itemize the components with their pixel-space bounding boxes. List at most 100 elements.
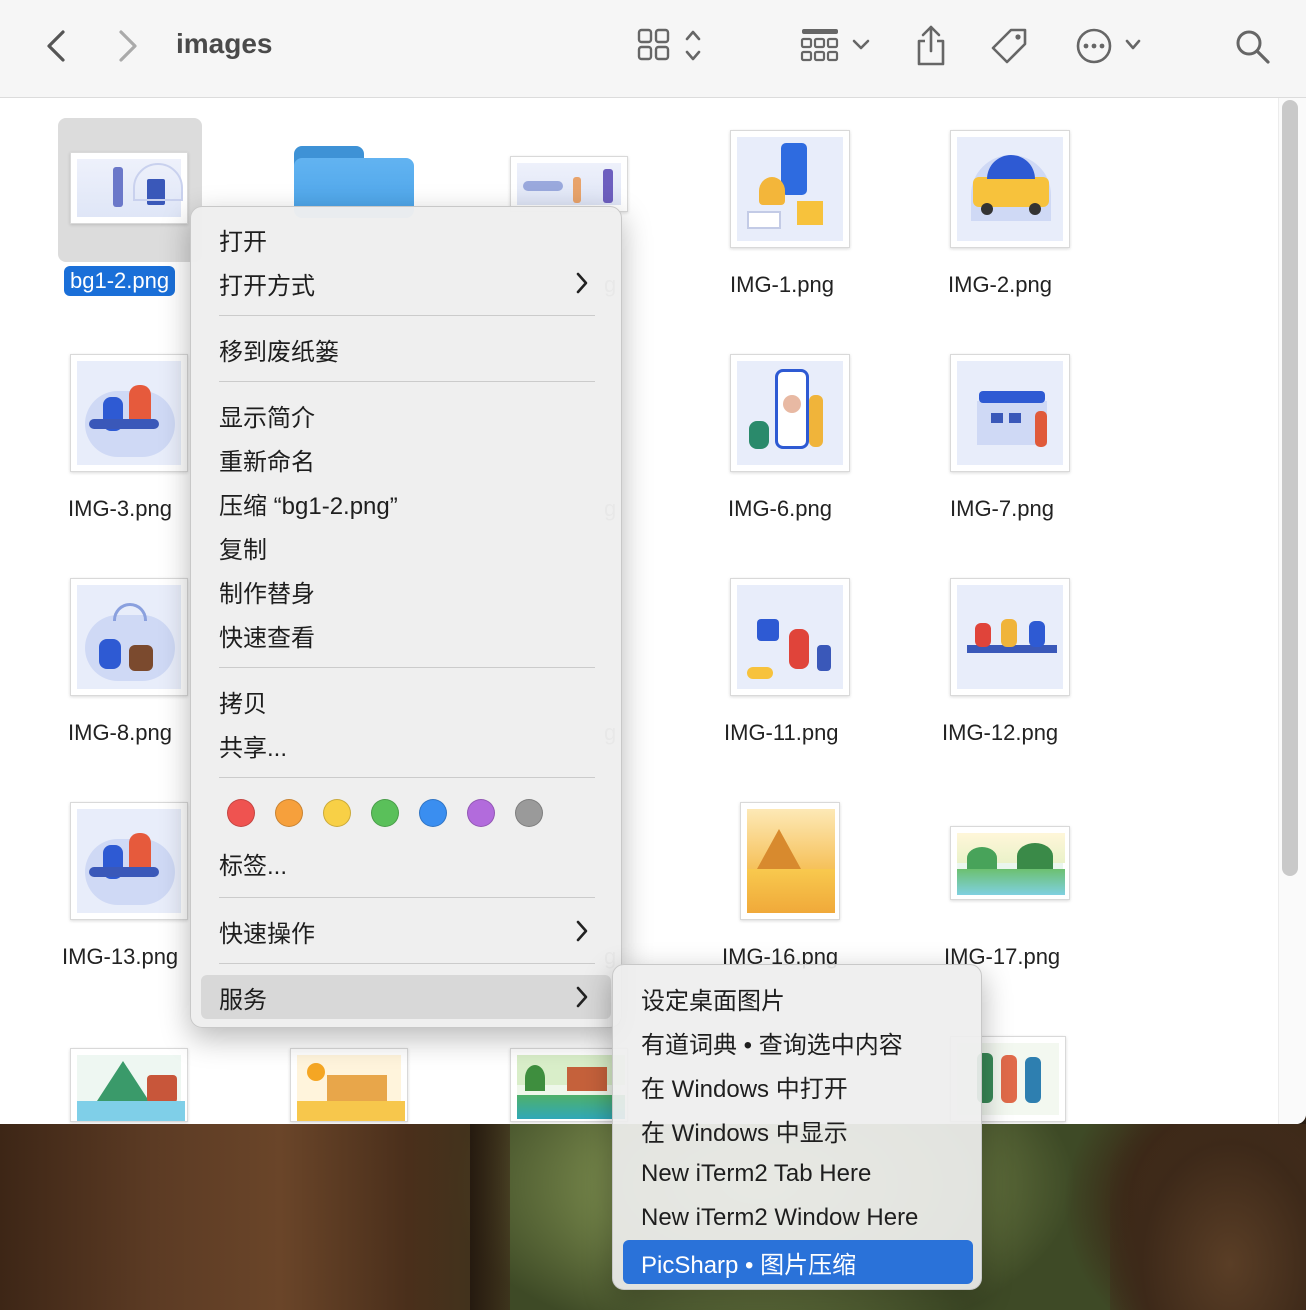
file-label[interactable]: IMG-3.png	[68, 496, 172, 522]
menu-item-label: 打开方式	[219, 272, 315, 300]
menu-item-share[interactable]: 共享...	[201, 723, 611, 767]
submenu-item-label: 设定桌面图片	[641, 987, 785, 1015]
file-thumbnail[interactable]	[70, 1048, 188, 1122]
menu-item-label: 打开	[219, 228, 267, 256]
file-thumbnail[interactable]	[510, 156, 628, 212]
menu-item-get-info[interactable]: 显示简介	[201, 393, 611, 437]
menu-item-label: 快速查看	[219, 624, 315, 652]
file-thumbnail[interactable]	[730, 354, 850, 472]
menu-item-quick-look[interactable]: 快速查看	[201, 613, 611, 657]
tag-yellow-dot[interactable]	[323, 799, 351, 827]
context-menu: 打开 打开方式 移到废纸篓 显示简介 重新命名 压缩 “bg1-2.png” 复…	[190, 206, 622, 1028]
file-thumbnail[interactable]	[70, 802, 188, 920]
menu-item-label: 服务	[219, 986, 267, 1014]
menu-item-duplicate[interactable]: 复制	[201, 525, 611, 569]
menu-item-quick-actions[interactable]: 快速操作	[201, 909, 611, 953]
submenu-item-show-in-windows[interactable]: 在 Windows 中显示	[623, 1108, 973, 1152]
menu-separator	[219, 777, 595, 778]
desktop-tree-trunk-right	[1110, 1124, 1306, 1310]
submenu-item-label: New iTerm2 Window Here	[641, 1204, 919, 1231]
menu-item-make-alias[interactable]: 制作替身	[201, 569, 611, 613]
menu-item-rename[interactable]: 重新命名	[201, 437, 611, 481]
menu-item-open[interactable]: 打开	[201, 217, 611, 261]
submenu-item-set-desktop-picture[interactable]: 设定桌面图片	[623, 976, 973, 1020]
chevron-left-icon[interactable]	[40, 26, 72, 66]
submenu-item-picsharp-compress[interactable]: PicSharp • 图片压缩	[623, 1240, 973, 1284]
file-thumbnail[interactable]	[730, 578, 850, 696]
file-label[interactable]: IMG-7.png	[950, 496, 1054, 522]
tag-blue-dot[interactable]	[419, 799, 447, 827]
menu-item-services[interactable]: 服务	[201, 975, 611, 1019]
chevron-right-icon	[576, 272, 588, 294]
menu-item-label: 显示简介	[219, 404, 315, 432]
menu-item-label: 共享...	[219, 734, 288, 762]
menu-item-label: 移到废纸篓	[219, 338, 339, 366]
menu-item-label: 复制	[219, 536, 267, 564]
file-label[interactable]: IMG-11.png	[724, 720, 839, 746]
tag-icon[interactable]	[986, 24, 1032, 68]
tag-orange-dot[interactable]	[275, 799, 303, 827]
file-thumbnail[interactable]	[70, 354, 188, 472]
file-label[interactable]: IMG-13.png	[62, 944, 178, 970]
more-actions-button[interactable]	[1074, 26, 1148, 66]
menu-separator	[219, 315, 595, 316]
group-grid-icon	[800, 29, 870, 62]
file-thumbnail[interactable]	[70, 152, 188, 224]
icon-grid-icon	[637, 28, 701, 61]
scrollbar-thumb[interactable]	[1282, 100, 1298, 876]
submenu-item-label: 在 Windows 中打开	[641, 1075, 848, 1103]
menu-item-compress[interactable]: 压缩 “bg1-2.png”	[201, 481, 611, 525]
file-thumbnail[interactable]	[730, 130, 850, 248]
window-title: images	[176, 28, 273, 59]
file-label[interactable]: IMG-8.png	[68, 720, 172, 746]
menu-item-label: 标签...	[219, 852, 288, 880]
tag-green-dot[interactable]	[371, 799, 399, 827]
submenu-item-label: 有道词典 • 查询选中内容	[641, 1031, 903, 1059]
submenu-item-iterm2-tab[interactable]: New iTerm2 Tab Here	[623, 1152, 973, 1196]
menu-item-label: 拷贝	[219, 690, 267, 718]
menu-separator	[219, 667, 595, 668]
share-icon[interactable]	[912, 24, 950, 68]
menu-item-label: 压缩 “bg1-2.png”	[219, 492, 398, 520]
ellipsis-circle-icon	[1076, 28, 1141, 64]
submenu-item-label: PicSharp • 图片压缩	[641, 1251, 857, 1279]
file-thumbnail[interactable]	[740, 802, 840, 920]
menu-item-move-to-trash[interactable]: 移到废纸篓	[201, 327, 611, 371]
menu-item-label: 重新命名	[219, 448, 315, 476]
search-icon[interactable]	[1232, 26, 1274, 68]
tag-gray-dot[interactable]	[515, 799, 543, 827]
toolbar: images	[0, 0, 1306, 98]
services-submenu: 设定桌面图片 有道词典 • 查询选中内容 在 Windows 中打开 在 Win…	[612, 964, 982, 1290]
submenu-item-label: 在 Windows 中显示	[641, 1119, 848, 1147]
file-thumbnail[interactable]	[290, 1048, 408, 1122]
tag-red-dot[interactable]	[227, 799, 255, 827]
submenu-item-label: New iTerm2 Tab Here	[641, 1160, 872, 1187]
view-mode-button[interactable]	[636, 26, 712, 66]
menu-item-tags[interactable]: 标签...	[201, 841, 611, 885]
file-label-selected[interactable]: bg1-2.png	[64, 266, 176, 296]
file-thumbnail[interactable]	[70, 578, 188, 696]
file-thumbnail[interactable]	[950, 354, 1070, 472]
menu-item-open-with[interactable]: 打开方式	[201, 261, 611, 305]
file-label[interactable]: IMG-6.png	[728, 496, 832, 522]
file-thumbnail[interactable]	[950, 578, 1070, 696]
submenu-item-youdao-lookup[interactable]: 有道词典 • 查询选中内容	[623, 1020, 973, 1064]
file-thumbnail[interactable]	[950, 130, 1070, 248]
submenu-item-iterm2-window[interactable]: New iTerm2 Window Here	[623, 1196, 973, 1240]
tag-purple-dot[interactable]	[467, 799, 495, 827]
file-label[interactable]: IMG-1.png	[730, 272, 834, 298]
menu-separator	[219, 897, 595, 898]
file-label[interactable]: IMG-12.png	[942, 720, 1058, 746]
file-thumbnail[interactable]	[950, 826, 1070, 900]
submenu-item-open-in-windows[interactable]: 在 Windows 中打开	[623, 1064, 973, 1108]
file-label[interactable]: IMG-2.png	[948, 272, 1052, 298]
menu-item-label: 制作替身	[219, 580, 315, 608]
menu-separator	[219, 963, 595, 964]
chevron-right-icon[interactable]	[112, 26, 144, 66]
group-button[interactable]	[800, 26, 874, 66]
file-thumbnail[interactable]	[510, 1048, 628, 1122]
folder-icon[interactable]	[294, 146, 414, 218]
menu-item-copy[interactable]: 拷贝	[201, 679, 611, 723]
menu-item-label: 快速操作	[219, 920, 315, 948]
menu-separator	[219, 381, 595, 382]
